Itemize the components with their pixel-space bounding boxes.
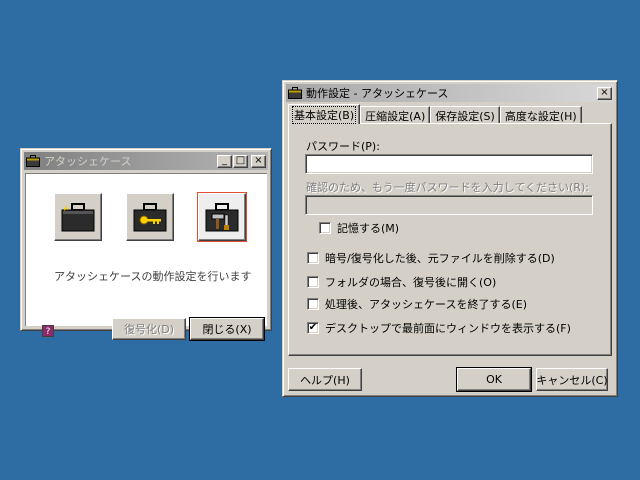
delete-original-checkbox[interactable]: 暗号/復号化した後、元ファイルを削除する(D) — [307, 250, 555, 266]
confirm-password-field[interactable] — [305, 195, 593, 215]
decrypt-button[interactable]: 復号化(D) — [112, 318, 186, 340]
delete-original-checkbox-label: 暗号/復号化した後、元ファイルを削除する(D) — [325, 252, 555, 265]
tab-basic-label: 基本設定(B) — [291, 105, 357, 124]
briefcase-icon — [26, 155, 40, 167]
tab-advanced[interactable]: 高度な設定(H) — [499, 106, 582, 124]
main-window-titlebar[interactable]: アタッシェケース _ □ × — [24, 152, 268, 170]
key-icon — [133, 203, 167, 232]
decrypt-case-button[interactable] — [126, 193, 174, 241]
tab-strip: 基本設定(B) 圧縮設定(A) 保存設定(S) 高度な設定(H) — [288, 104, 612, 124]
tab-save[interactable]: 保存設定(S) — [430, 106, 500, 124]
exit-after-checkbox-label: 処理後、アタッシェケースを終了する(E) — [325, 298, 527, 311]
tools-icon — [205, 203, 239, 232]
tab-compression[interactable]: 圧縮設定(A) — [360, 106, 431, 124]
help-button[interactable]: ヘルプ(H) — [288, 368, 362, 391]
tab-save-label: 保存設定(S) — [435, 109, 495, 123]
remember-checkbox-box[interactable] — [319, 222, 331, 234]
minimize-button[interactable]: _ — [217, 154, 232, 168]
exit-after-checkbox-box[interactable] — [307, 298, 319, 310]
settings-case-button[interactable] — [197, 192, 247, 242]
password-field[interactable] — [305, 154, 593, 174]
settings-dialog-titlebar[interactable]: 動作設定 - アタッシェケース × — [286, 84, 614, 102]
remember-checkbox-label: 記憶する(M) — [337, 222, 400, 235]
settings-dialog-title: 動作設定 - アタッシェケース — [306, 87, 449, 100]
remember-password-checkbox[interactable]: 記憶する(M) — [319, 220, 399, 236]
password-label: パスワード(P): — [306, 140, 380, 153]
settings-dialog: 動作設定 - アタッシェケース × 基本設定(B) 圧縮設定(A) 保存設定(S… — [282, 80, 618, 397]
tab-panel-basic: パスワード(P): 確認のため、もう一度パスワードを入力してください(R): 記… — [288, 123, 612, 356]
cancel-button[interactable]: キャンセル(C) — [536, 368, 608, 391]
delete-original-checkbox-box[interactable] — [307, 252, 319, 264]
confirm-password-label: 確認のため、もう一度パスワードを入力してください(R): — [306, 181, 589, 194]
new-case-button[interactable] — [54, 193, 102, 241]
close-button[interactable]: × — [251, 154, 266, 168]
desktop: アタッシェケース _ □ × アタッシェケースの動作設定を行います ? 復号化(… — [0, 0, 640, 480]
help-icon[interactable]: ? — [42, 325, 54, 337]
new-case-icon — [61, 203, 95, 232]
tab-compression-label: 圧縮設定(A) — [365, 109, 426, 123]
ok-button[interactable]: OK — [456, 367, 532, 392]
open-folder-checkbox[interactable]: フォルダの場合、復号後に開く(O) — [307, 274, 496, 290]
main-window-message: アタッシェケースの動作設定を行います — [54, 270, 252, 283]
tab-basic[interactable]: 基本設定(B) — [288, 104, 361, 124]
always-on-top-checkbox[interactable]: ✔ デスクトップで最前面にウィンドウを表示する(F) — [307, 320, 571, 336]
open-folder-checkbox-label: フォルダの場合、復号後に開く(O) — [325, 276, 497, 289]
main-window: アタッシェケース _ □ × アタッシェケースの動作設定を行います ? 復号化(… — [20, 148, 272, 341]
always-on-top-checkbox-box[interactable]: ✔ — [307, 322, 319, 334]
close-button[interactable]: × — [597, 86, 612, 100]
always-on-top-checkbox-label: デスクトップで最前面にウィンドウを表示する(F) — [325, 322, 571, 335]
exit-after-checkbox[interactable]: 処理後、アタッシェケースを終了する(E) — [307, 296, 527, 312]
main-window-title: アタッシェケース — [44, 155, 132, 168]
open-folder-checkbox-box[interactable] — [307, 276, 319, 288]
tab-advanced-label: 高度な設定(H) — [504, 109, 577, 123]
main-window-body: アタッシェケースの動作設定を行います ? 復号化(D) 閉じる(X) — [25, 173, 267, 341]
close-window-button[interactable]: 閉じる(X) — [189, 317, 265, 341]
briefcase-icon — [288, 87, 302, 99]
maximize-button[interactable]: □ — [233, 154, 248, 168]
